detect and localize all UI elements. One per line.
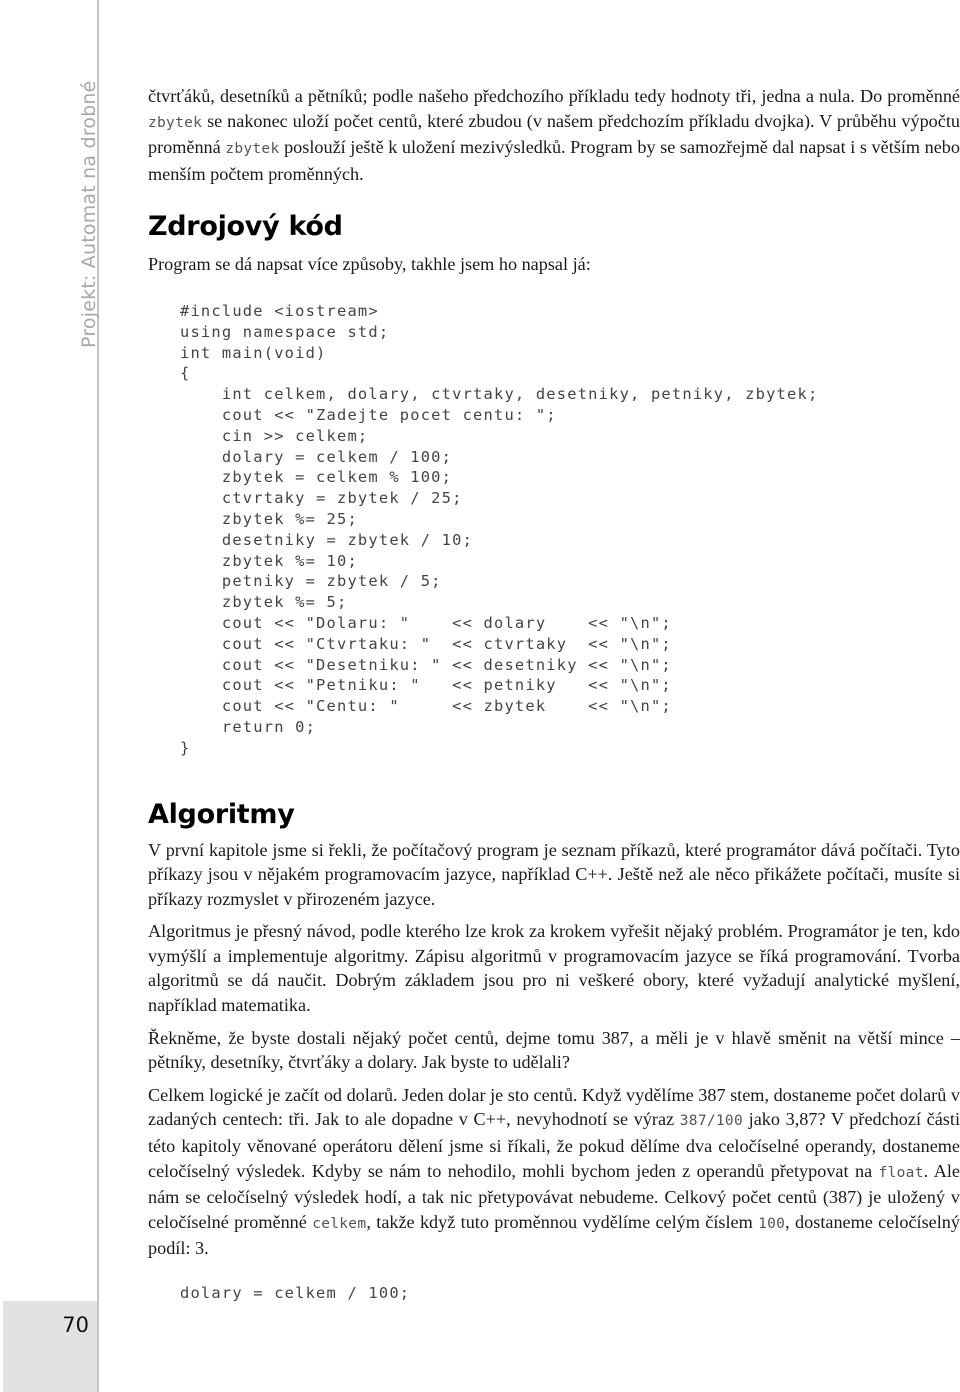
algorithms-section: Algoritmy V první kapitole jsme si řekli… (148, 799, 960, 1304)
inline-code: zbytek (225, 141, 280, 158)
code-line: zbytek %= 25; (180, 509, 358, 528)
code-line: zbytek = celkem % 100; (180, 468, 453, 487)
section-heading-source: Zdrojový kód (148, 211, 343, 243)
paragraph: V první kapitole jsme si řekli, že počít… (148, 839, 960, 909)
inline-code: float (878, 1164, 924, 1181)
inline-code: 100 (758, 1215, 786, 1232)
code-example: dolary = celkem / 100; (180, 1284, 411, 1302)
running-header: Projekt: Automat na drobné (78, 80, 100, 348)
code-line: } (180, 738, 191, 757)
code-line: cout << "Zadejte pocet centu: "; (180, 405, 557, 424)
code-line: cout << "Ctvrtaku: " << ctvrtaky << "\n"… (180, 634, 672, 653)
code-line: { (180, 364, 191, 383)
code-line: desetniky = zbytek / 10; (180, 530, 474, 549)
inline-code: zbytek (148, 114, 203, 131)
page-number: 70 (62, 1313, 89, 1337)
page-number-box: 70 (3, 1301, 97, 1392)
code-line: zbytek %= 10; (180, 551, 358, 570)
algorithms-paragraphs: V první kapitole jsme si řekli, že počít… (148, 838, 960, 1262)
code-line: cout << "Centu: " << zbytek << "\n"; (180, 697, 672, 716)
code-listing: #include <iostream> using namespace std; i… (148, 301, 960, 759)
code-line: return 0; (180, 717, 317, 736)
section-heading-algorithms: Algoritmy (148, 798, 295, 830)
source-intro: Program se dá napsat více způsoby, takhl… (148, 254, 591, 275)
code-line: dolary = celkem / 100; (180, 447, 453, 466)
source-code-section: Zdrojový kód Program se dá napsat více z… (148, 211, 960, 758)
inline-code: 387/100 (679, 1113, 743, 1130)
paragraph: Řekněme, že byste dostali nějaký počet c… (148, 1027, 960, 1073)
code-line: cin >> celkem; (180, 426, 369, 445)
code-line: zbytek %= 5; (180, 593, 348, 612)
page-content: čtvrťáků, desetníků a pětníků; podle naš… (148, 84, 960, 1304)
code-line: ctvrtaky = zbytek / 25; (180, 489, 463, 508)
code-line: petniky = zbytek / 5; (180, 572, 442, 591)
paragraph: Algoritmus je přesný návod, podle kteréh… (148, 921, 960, 1016)
code-line: #include <iostream> (180, 301, 379, 320)
paragraph: Celkem logické je začít od dolarů. Jeden… (148, 1084, 960, 1259)
code-line: cout << "Dolaru: " << dolary << "\n"; (180, 613, 672, 632)
code-line: using namespace std; (180, 322, 390, 341)
code-line: cout << "Petniku: " << petniky << "\n"; (180, 676, 672, 695)
code-line: int celkem, dolary, ctvrtaky, desetniky,… (180, 385, 819, 404)
inline-code: celkem (312, 1215, 367, 1232)
code-line: int main(void) (180, 343, 327, 362)
top-paragraph: čtvrťáků, desetníků a pětníků; podle naš… (148, 86, 960, 184)
code-line: cout << "Desetniku: " << desetniky << "\… (180, 655, 672, 674)
